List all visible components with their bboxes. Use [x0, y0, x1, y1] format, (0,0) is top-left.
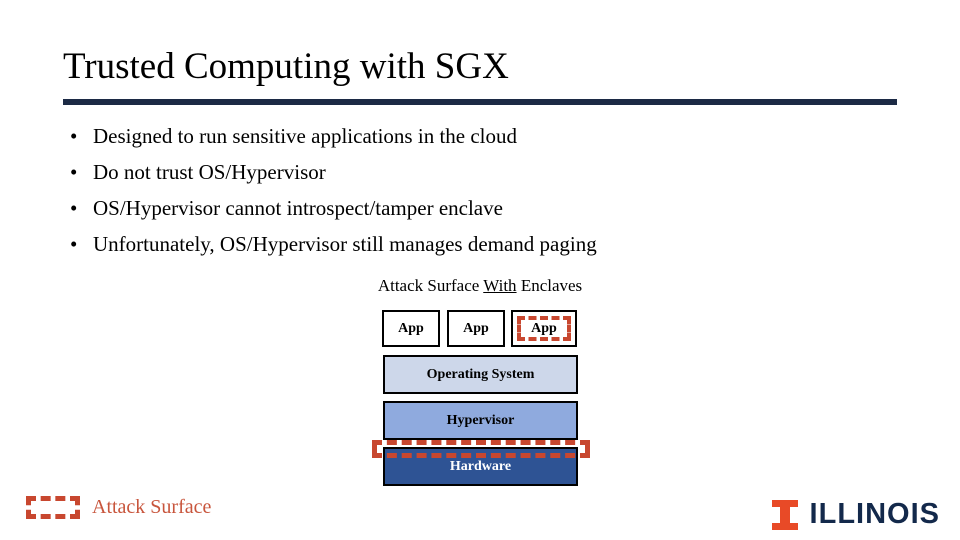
app-box-3-enclave: App	[511, 310, 577, 347]
illinois-logo: ILLINOIS	[771, 498, 940, 531]
list-item-label: Unfortunately, OS/Hypervisor still manag…	[93, 232, 597, 256]
slide-canvas: Trusted Computing with SGX • Designed to…	[0, 0, 960, 540]
stack-box-label: Hardware	[449, 458, 512, 474]
bullet-marker-icon: •	[70, 160, 78, 184]
illinois-wordmark: ILLINOIS	[809, 498, 940, 530]
title-divider	[63, 99, 897, 105]
list-item: • Unfortunately, OS/Hypervisor still man…	[63, 226, 913, 262]
diagram-caption-prefix: Attack Surface	[377, 276, 484, 295]
diagram-caption-suffix: Enclaves	[516, 276, 583, 295]
bullet-list: • Designed to run sensitive applications…	[63, 118, 913, 262]
bullet-marker-icon: •	[70, 196, 78, 220]
stack-box-hardware: Hardware	[383, 447, 578, 486]
app-box-1: App	[382, 310, 440, 347]
app-row: App App App	[382, 310, 582, 347]
list-item-label: OS/Hypervisor cannot introspect/tamper e…	[93, 196, 503, 220]
stack-box-label: Hypervisor	[446, 412, 515, 428]
bullet-marker-icon: •	[70, 124, 78, 148]
list-item-label: Do not trust OS/Hypervisor	[93, 160, 326, 184]
app-box-label: App	[463, 320, 489, 336]
stack-box-hypervisor: Hypervisor	[383, 401, 578, 440]
legend: Attack Surface	[26, 496, 211, 519]
app-box-label: App	[398, 320, 424, 336]
diagram-caption: Attack Surface With Enclaves	[0, 276, 960, 296]
app-box-2: App	[447, 310, 505, 347]
page-title: Trusted Computing with SGX	[63, 46, 509, 87]
list-item-label: Designed to run sensitive applications i…	[93, 124, 517, 148]
diagram-caption-emphasis: With	[483, 276, 517, 295]
block-i-icon	[771, 499, 798, 530]
list-item: • Do not trust OS/Hypervisor	[63, 154, 913, 190]
app-box-label: App	[531, 320, 557, 336]
list-item: • OS/Hypervisor cannot introspect/tamper…	[63, 190, 913, 226]
bullet-marker-icon: •	[70, 232, 78, 256]
list-item: • Designed to run sensitive applications…	[63, 118, 913, 154]
stack-box-label: Operating System	[426, 366, 535, 382]
attack-surface-dashed-icon	[26, 496, 80, 519]
legend-label: Attack Surface	[92, 496, 212, 518]
stack-box-operating-system: Operating System	[383, 355, 578, 394]
